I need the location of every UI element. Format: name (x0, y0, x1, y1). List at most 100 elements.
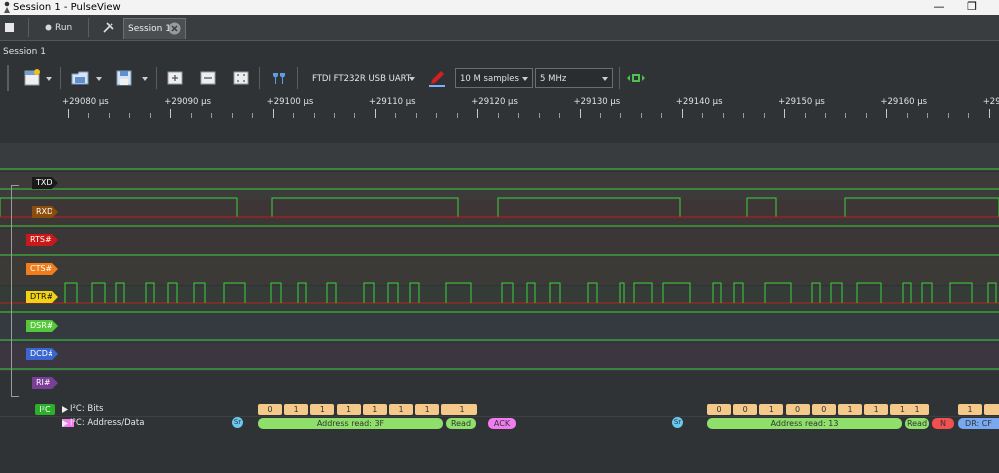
bit-tail-2[interactable] (984, 404, 999, 415)
new-session-icon[interactable] (22, 68, 42, 88)
run-button[interactable]: Run (55, 18, 72, 38)
add-decoder-icon[interactable] (626, 68, 646, 88)
expand-addr-icon[interactable] (62, 420, 68, 427)
window-title: Session 1 - PulseView (13, 2, 121, 13)
bit-value[interactable]: 1 (864, 404, 889, 415)
toolbar-separator (297, 67, 298, 89)
channel-label-dsr[interactable]: DSR# (26, 320, 58, 332)
run-icon[interactable] (45, 24, 52, 31)
bit-value[interactable]: 0 (707, 404, 731, 415)
channel-label-txd[interactable]: TXD (32, 177, 58, 189)
ruler-major-tick (579, 109, 581, 118)
sample-count-value: 10 M samples (460, 74, 519, 84)
bit-value[interactable]: 1 (336, 404, 361, 415)
ruler-minor-tick (108, 113, 110, 118)
read-marker-2[interactable]: Read (905, 418, 929, 429)
lane-band (0, 343, 999, 371)
stop-icon[interactable] (5, 23, 14, 32)
ruler-major-tick (170, 109, 172, 118)
bit-value[interactable]: 1 (415, 404, 440, 415)
ruler-minor-tick (661, 113, 663, 118)
toolbar-separator (156, 67, 157, 89)
ruler-minor-tick (129, 113, 131, 118)
ruler-label: +29100 µs (266, 97, 314, 107)
ruler-minor-tick (599, 113, 601, 118)
time-ruler[interactable]: +29080 µs +29090 µs +29100 µs +29110 µs +291… (0, 95, 999, 120)
ruler-label: +29110 µs (368, 97, 416, 107)
bit-value[interactable]: 1 (389, 404, 413, 415)
restore-button[interactable]: ❐ (960, 0, 984, 15)
data-read-cf[interactable]: DR: CF (958, 418, 999, 429)
channel-label-dcd[interactable]: DCD# (26, 348, 58, 360)
save-file-icon[interactable] (114, 68, 134, 88)
close-tab-icon[interactable] (168, 22, 181, 35)
trace-view[interactable]: TXD RXD RTS# CTS# DTR# DSR# DCD# RI# (0, 120, 999, 402)
bit-value[interactable]: 0 (733, 404, 758, 415)
sr-marker-2[interactable]: Sr (672, 417, 683, 428)
toolbar-separator (60, 67, 61, 89)
zoom-out-icon[interactable] (198, 68, 218, 88)
read-marker-1[interactable]: Read (446, 418, 476, 429)
toolbar-separator (259, 67, 260, 89)
bit-value[interactable]: 1 (284, 404, 309, 415)
sr-marker-1[interactable]: Sr (232, 417, 243, 428)
device-dropdown-icon[interactable] (409, 77, 415, 81)
session-toolbar: FTDI FT232R USB UART 10 M samples 5 MHz (0, 62, 999, 94)
bit-value[interactable]: 0 (811, 404, 836, 415)
samplerate-value: 5 MHz (540, 74, 567, 84)
bit-value[interactable]: 1 (759, 404, 784, 415)
zoom-fit-icon[interactable] (231, 68, 251, 88)
bit-read-1[interactable]: 1 (447, 404, 477, 415)
bit-tail[interactable]: 1 (958, 404, 982, 415)
ruler-minor-tick (456, 113, 458, 118)
ruler-major-tick (784, 109, 786, 118)
tools-icon[interactable] (103, 22, 114, 33)
ruler-minor-tick (927, 113, 929, 118)
bit-value[interactable]: 1 (310, 404, 335, 415)
channel-label-dtr[interactable]: DTR# (26, 291, 58, 303)
ruler-minor-tick (518, 113, 520, 118)
ruler-minor-tick (231, 113, 233, 118)
ruler-minor-tick (804, 113, 806, 118)
bit-value[interactable]: 1 (362, 404, 387, 415)
channel-label-rts[interactable]: RTS# (26, 234, 58, 246)
samplerate-select[interactable]: 5 MHz (535, 68, 613, 88)
tab-session-1[interactable]: Session 1 (123, 18, 186, 39)
session-header: Session 1 (0, 42, 999, 62)
bits-row-label: I²C: Bits (70, 404, 104, 414)
bit-value[interactable]: 0 (785, 404, 810, 415)
title-bar: Session 1 - PulseView — ❐ (0, 0, 999, 15)
sample-count-select[interactable]: 10 M samples (455, 68, 533, 88)
ruler-minor-tick (620, 113, 622, 118)
ruler-minor-tick (497, 113, 499, 118)
channel-label-ri[interactable]: RI# (32, 377, 58, 389)
ruler-major-tick (988, 109, 990, 118)
cursor-markers-icon[interactable] (269, 68, 289, 88)
new-session-dropdown-icon[interactable] (46, 77, 52, 81)
decoder-area[interactable]: I²C I²C: Bits I²C: Address/Data 01111111… (0, 402, 999, 473)
minimize-button[interactable]: — (927, 0, 951, 15)
ruler-label: +29150 µs (778, 97, 825, 107)
bit-read-2[interactable]: 1 (905, 404, 929, 415)
device-selector[interactable]: FTDI FT232R USB UART (312, 74, 411, 84)
address-read-1[interactable]: Address read: 3F (258, 418, 443, 429)
ack-marker[interactable]: ACK (488, 418, 516, 429)
open-file-icon[interactable] (70, 68, 90, 88)
ruler-minor-tick (354, 113, 356, 118)
bit-value[interactable]: 1 (838, 404, 862, 415)
ruler-label: +29160 µs (880, 97, 928, 107)
device-config-icon[interactable] (427, 68, 447, 88)
open-dropdown-icon[interactable] (96, 77, 102, 81)
toolbar-separator (28, 18, 29, 37)
bit-value[interactable]: 0 (258, 404, 282, 415)
channel-label-cts[interactable]: CTS# (26, 263, 58, 275)
expand-bits-icon[interactable] (62, 406, 68, 413)
nack-marker[interactable]: N (932, 418, 954, 429)
ruler-major-tick (886, 109, 888, 118)
ruler-minor-tick (743, 113, 745, 118)
i2c-decoder-badge[interactable]: I²C (35, 404, 55, 415)
save-dropdown-icon[interactable] (142, 77, 148, 81)
channel-label-rxd[interactable]: RXD (32, 206, 58, 218)
address-read-2[interactable]: Address read: 13 (707, 418, 902, 429)
zoom-in-icon[interactable] (165, 68, 185, 88)
